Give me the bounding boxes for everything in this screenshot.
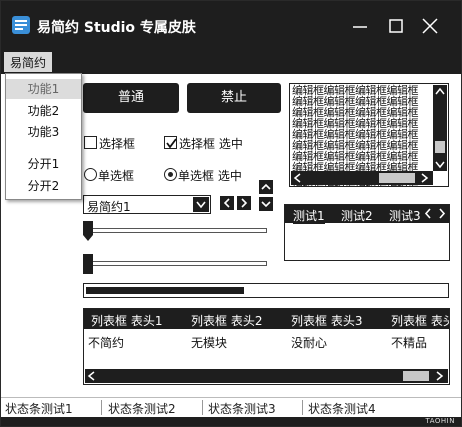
menu-yijianyue[interactable]: 易简约 <box>4 52 53 72</box>
radio-label: 单选框 <box>98 169 135 183</box>
tab-scroll-right-button[interactable] <box>435 206 449 221</box>
chevron-down-icon <box>261 201 271 208</box>
menu-item-func3[interactable]: 功能3 <box>6 122 81 142</box>
slider-track-1[interactable] <box>83 228 267 233</box>
up-arrow-button[interactable] <box>259 180 273 194</box>
menu-item-func2[interactable]: 功能2 <box>6 101 81 121</box>
radio-unselected[interactable] <box>84 168 97 181</box>
checkmark-icon <box>166 138 177 149</box>
slider-thumb-1[interactable] <box>83 221 93 241</box>
app-window: 易简约 Studio 专属皮肤 易简约 功能1 功能2 功能3 分开1 分开2 … <box>0 0 462 427</box>
radio-dot-icon <box>168 172 173 177</box>
combo-dropdown-button[interactable] <box>193 197 209 212</box>
edit-horizontal-scrollbar[interactable] <box>291 171 433 185</box>
radio-selected[interactable] <box>164 168 177 181</box>
close-button[interactable] <box>417 13 443 39</box>
checkbox-unchecked[interactable] <box>84 136 97 149</box>
tab-test2[interactable]: 测试2 <box>341 207 373 225</box>
chevron-right-icon <box>241 198 248 208</box>
disabled-button[interactable]: 禁止 <box>187 83 281 113</box>
left-arrow-button[interactable] <box>220 196 234 210</box>
combo-value: 易简约1 <box>87 200 131 214</box>
normal-button[interactable]: 普通 <box>83 83 179 113</box>
list-horizontal-scrollbar[interactable] <box>85 369 448 383</box>
status-item-2: 状态条测试2 <box>108 402 176 416</box>
brand-text: TAOHIN <box>425 417 455 425</box>
edit-vertical-scrollbar[interactable] <box>433 85 447 171</box>
menu-item-split2[interactable]: 分开2 <box>6 176 81 196</box>
menu-bar: 易简约 <box>1 49 461 74</box>
status-divider <box>101 400 102 415</box>
status-item-3: 状态条测试3 <box>208 402 276 416</box>
list-cell-1: 不简约 <box>88 336 125 350</box>
tab-scroll-left-button[interactable] <box>421 206 435 221</box>
progress-bar <box>83 283 449 298</box>
maximize-button[interactable] <box>383 13 409 39</box>
list-cell-4: 不精品 <box>391 336 428 350</box>
chevron-left-icon <box>424 208 431 219</box>
slider-track-2[interactable] <box>83 261 267 266</box>
menu-item-func1[interactable]: 功能1 <box>6 79 81 99</box>
status-divider <box>202 400 203 415</box>
slider-thumb-2[interactable] <box>83 254 93 274</box>
list-header-4[interactable]: 列表框 表头 <box>391 312 449 329</box>
right-arrow-button[interactable] <box>237 196 251 210</box>
checkbox-checked[interactable] <box>164 136 177 149</box>
status-item-1: 状态条测试1 <box>5 402 73 416</box>
minimize-button[interactable] <box>347 13 373 39</box>
tab-test1[interactable]: 测试1 <box>293 207 325 224</box>
tab-test3[interactable]: 测试3 <box>389 207 421 225</box>
status-divider <box>302 400 303 415</box>
menu-item-split1[interactable]: 分开1 <box>6 154 81 174</box>
window-title: 易简约 Studio 专属皮肤 <box>37 20 196 36</box>
down-arrow-button[interactable] <box>259 197 273 211</box>
status-item-4: 状态条测试4 <box>308 402 376 416</box>
tab-control: 测试1 测试2 测试3 <box>284 204 450 261</box>
list-header-2[interactable]: 列表框 表头2 <box>191 312 262 329</box>
status-bar: 状态条测试1 状态条测试2 状态条测试3 状态条测试4 <box>1 397 461 417</box>
list-header-3[interactable]: 列表框 表头3 <box>291 312 362 329</box>
tab-header: 测试1 测试2 测试3 <box>285 205 449 225</box>
chevron-down-icon <box>196 201 206 209</box>
title-bar[interactable]: 易简约 Studio 专属皮肤 <box>1 1 461 49</box>
list-header: 列表框 表头1 列表框 表头2 列表框 表头3 列表框 表头 <box>84 309 449 329</box>
list-cell-3: 没耐心 <box>291 336 328 350</box>
chevron-right-icon <box>439 208 446 219</box>
list-header-1[interactable]: 列表框 表头1 <box>91 312 162 329</box>
dropdown-menu: 功能1 功能2 功能3 分开1 分开2 <box>5 73 82 200</box>
edit-box[interactable]: 编辑框编辑框编辑框编辑框编辑框编辑框编辑框编辑框编辑框编辑框编辑框编辑框编辑框编… <box>289 83 449 187</box>
footer-bar: TAOHIN <box>1 417 461 426</box>
checkbox-checked-label: 选择框 选中 <box>179 137 243 151</box>
combo-box[interactable]: 易简约1 <box>83 195 211 214</box>
chevron-up-icon <box>261 183 271 190</box>
radio-selected-label: 单选框 选中 <box>178 169 242 183</box>
progress-fill <box>86 287 244 294</box>
list-cell-2: 无模块 <box>191 336 228 350</box>
app-logo-icon <box>11 15 31 35</box>
checkbox-label: 选择框 <box>99 137 136 151</box>
list-box[interactable]: 列表框 表头1 列表框 表头2 列表框 表头3 列表框 表头 不简约 无模块 没… <box>83 308 450 385</box>
chevron-left-icon <box>223 198 230 208</box>
